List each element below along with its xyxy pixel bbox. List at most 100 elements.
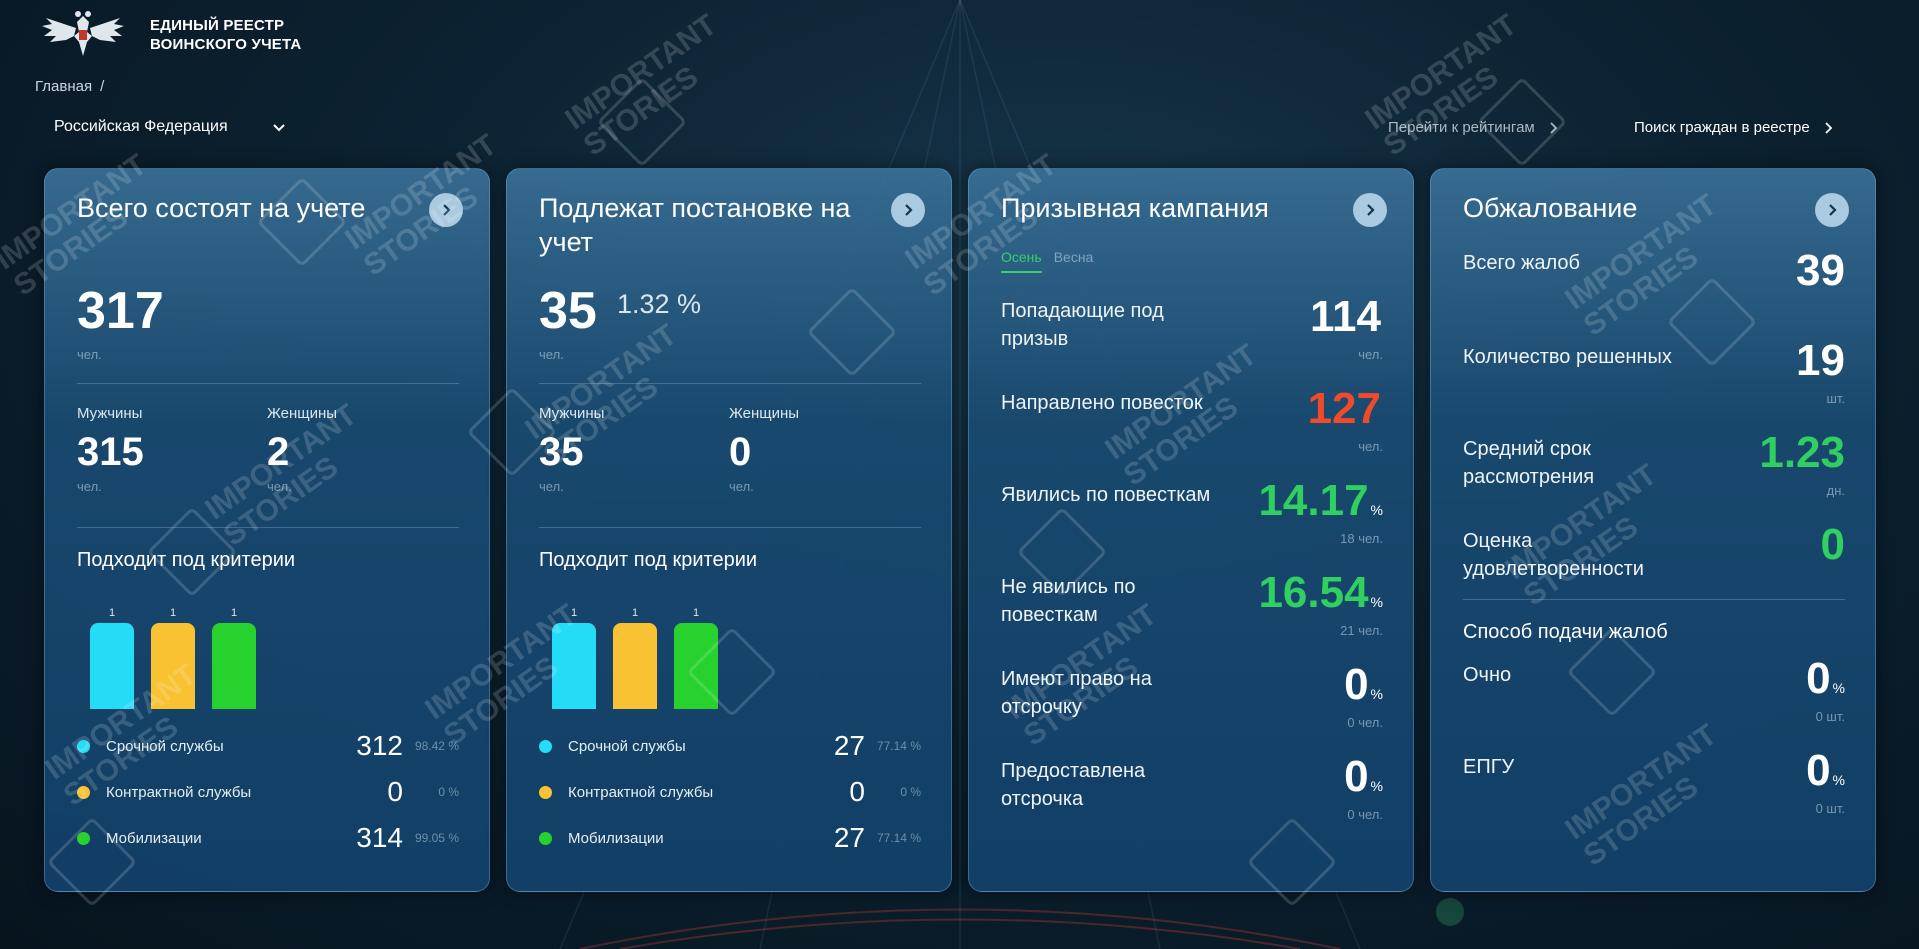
men-unit: чел.	[77, 479, 102, 494]
card-open-button[interactable]	[891, 193, 925, 227]
row-label: Предоставлена отсрочка	[1001, 760, 1146, 810]
ratings-link[interactable]: Перейти к рейтингам	[1388, 119, 1559, 136]
card-pending-registration: Подлежат постановке на учет 35 1.32 % че…	[506, 168, 952, 892]
logo-eagle-icon[interactable]	[40, 8, 126, 64]
watermark-line1: IMPORTANT	[559, 8, 723, 137]
legend-label: Мобилизации	[106, 829, 202, 847]
row-value-number: 127	[1307, 384, 1381, 433]
row-value: 0%	[1344, 753, 1383, 810]
method-title: Способ подачи жалоб	[1463, 621, 1668, 643]
search-registry-link[interactable]: Поиск граждан в реестре	[1634, 119, 1834, 136]
row-value: 114	[1310, 293, 1383, 350]
legend-dot	[77, 831, 90, 845]
card-appeals: Обжалование Всего жалоб 39 Количество ре…	[1430, 168, 1876, 892]
legend-row-contract: Контрактной службы 0 0 %	[77, 776, 459, 807]
row-value: 0%	[1806, 655, 1845, 712]
chevron-down-icon	[272, 124, 285, 132]
row-value: 0%	[1344, 661, 1383, 718]
row-value: 0	[1820, 520, 1845, 569]
criteria-title: Подходит под критерии	[77, 549, 296, 571]
breadcrumb-home[interactable]: Главная	[35, 78, 92, 95]
legend-percent: 77.14 %	[876, 831, 921, 845]
bar-value-label: 1	[108, 607, 116, 619]
bar-rect	[552, 623, 596, 709]
legend-percent: 77.14 %	[876, 739, 921, 753]
row-sub: 0 шт.	[1815, 801, 1845, 816]
total-unit: чел.	[77, 347, 102, 362]
card-open-button[interactable]	[1353, 193, 1387, 227]
row-label: Не явились по повесткам	[1001, 576, 1136, 626]
row-label: ЕПГУ	[1463, 756, 1515, 778]
watermark-line2: STORIES	[1377, 60, 1505, 163]
row-value: 39	[1796, 246, 1845, 295]
row-value: 127	[1308, 385, 1383, 442]
bar-value-label: 1	[169, 607, 177, 619]
legend-label: Мобилизации	[568, 829, 664, 847]
breadcrumb-separator: /	[100, 78, 105, 95]
legend-value: 27	[833, 730, 865, 761]
row-sub: 0 шт.	[1815, 709, 1845, 724]
card-open-button[interactable]	[1815, 193, 1849, 227]
card-open-button[interactable]	[429, 193, 463, 227]
card-title: Призывная кампания	[1001, 193, 1269, 223]
criteria-bar-chart: 1 1 1	[551, 589, 751, 709]
row-label: Попадающие под призыв	[1001, 300, 1164, 350]
tab-autumn[interactable]: Осень	[1001, 249, 1042, 273]
row-value-number: 0	[1344, 752, 1369, 801]
bar-value-label: 1	[631, 607, 639, 619]
men-label: Мужчины	[77, 405, 143, 422]
legend-row-mobilization: Мобилизации 27 77.14 %	[539, 822, 921, 853]
row-label: Всего жалоб	[1463, 252, 1580, 274]
legend-percent: 99.05 %	[414, 831, 459, 845]
row-value-percent-sign: %	[1370, 502, 1383, 518]
criteria-title: Подходит под критерии	[539, 549, 758, 571]
row-sub: 0 чел.	[1347, 807, 1383, 822]
row-sub: 21 чел.	[1340, 623, 1383, 638]
row-label: Средний срок рассмотрения	[1463, 438, 1595, 488]
legend-percent: 98.42 %	[414, 739, 459, 753]
legend-row-mobilization: Мобилизации 314 99.05 %	[77, 822, 459, 853]
breadcrumb: Главная /	[35, 78, 104, 95]
legend-dot	[539, 785, 552, 799]
divider	[1463, 599, 1845, 600]
row-label: Количество решенных	[1463, 346, 1672, 368]
legend-dot	[539, 739, 552, 753]
legend-row-contract: Контрактной службы 0 0 %	[539, 776, 921, 807]
card-title: Обжалование	[1463, 193, 1638, 223]
legend-percent: 0 %	[900, 785, 921, 799]
legend-label: Срочной службы	[106, 737, 224, 755]
divider	[77, 527, 459, 528]
row-value-number: 0	[1806, 746, 1831, 795]
row-value-percent-sign: %	[1370, 686, 1383, 702]
row-value: 16.54%	[1258, 569, 1383, 626]
row-value-number: 114	[1310, 292, 1381, 341]
region-select-value: Российская Федерация	[54, 118, 228, 135]
total-unit: чел.	[539, 347, 564, 362]
watermark-line2: STORIES	[577, 60, 705, 163]
legend-label: Контрактной службы	[106, 783, 252, 801]
total-percent: 1.32 %	[617, 289, 702, 319]
women-unit: чел.	[267, 479, 292, 494]
card-registered-total: Всего состоят на учете 317 чел. Мужчины …	[44, 168, 490, 892]
watermark-logo-icon	[596, 76, 688, 168]
legend-dot	[77, 739, 90, 753]
legend-dot	[77, 785, 90, 799]
row-value-percent-sign: %	[1832, 680, 1845, 696]
chevron-right-icon	[1550, 121, 1558, 134]
women-count: 0	[729, 430, 752, 474]
bar-conscription: 1	[551, 607, 597, 709]
bar-value-label: 1	[692, 607, 700, 619]
search-registry-link-label: Поиск граждан в реестре	[1634, 119, 1810, 136]
row-sub: чел.	[1358, 439, 1383, 454]
app-title: ЕДИНЫЙ РЕЕСТР ВОИНСКОГО УЧЕТА	[150, 16, 301, 54]
tab-spring[interactable]: Весна	[1054, 249, 1094, 273]
row-label: Оценка удовлетворенности	[1463, 530, 1644, 580]
card-title: Всего состоят на учете	[77, 193, 366, 223]
card-conscription-campaign: Призывная кампания Осень Весна Попадающи…	[968, 168, 1414, 892]
legend-label: Контрактной службы	[568, 783, 714, 801]
bar-rect	[212, 623, 256, 709]
region-select[interactable]: Российская Федерация	[54, 118, 286, 136]
legend-value: 312	[356, 730, 403, 761]
men-unit: чел.	[539, 479, 564, 494]
legend-value: 27	[833, 822, 865, 853]
